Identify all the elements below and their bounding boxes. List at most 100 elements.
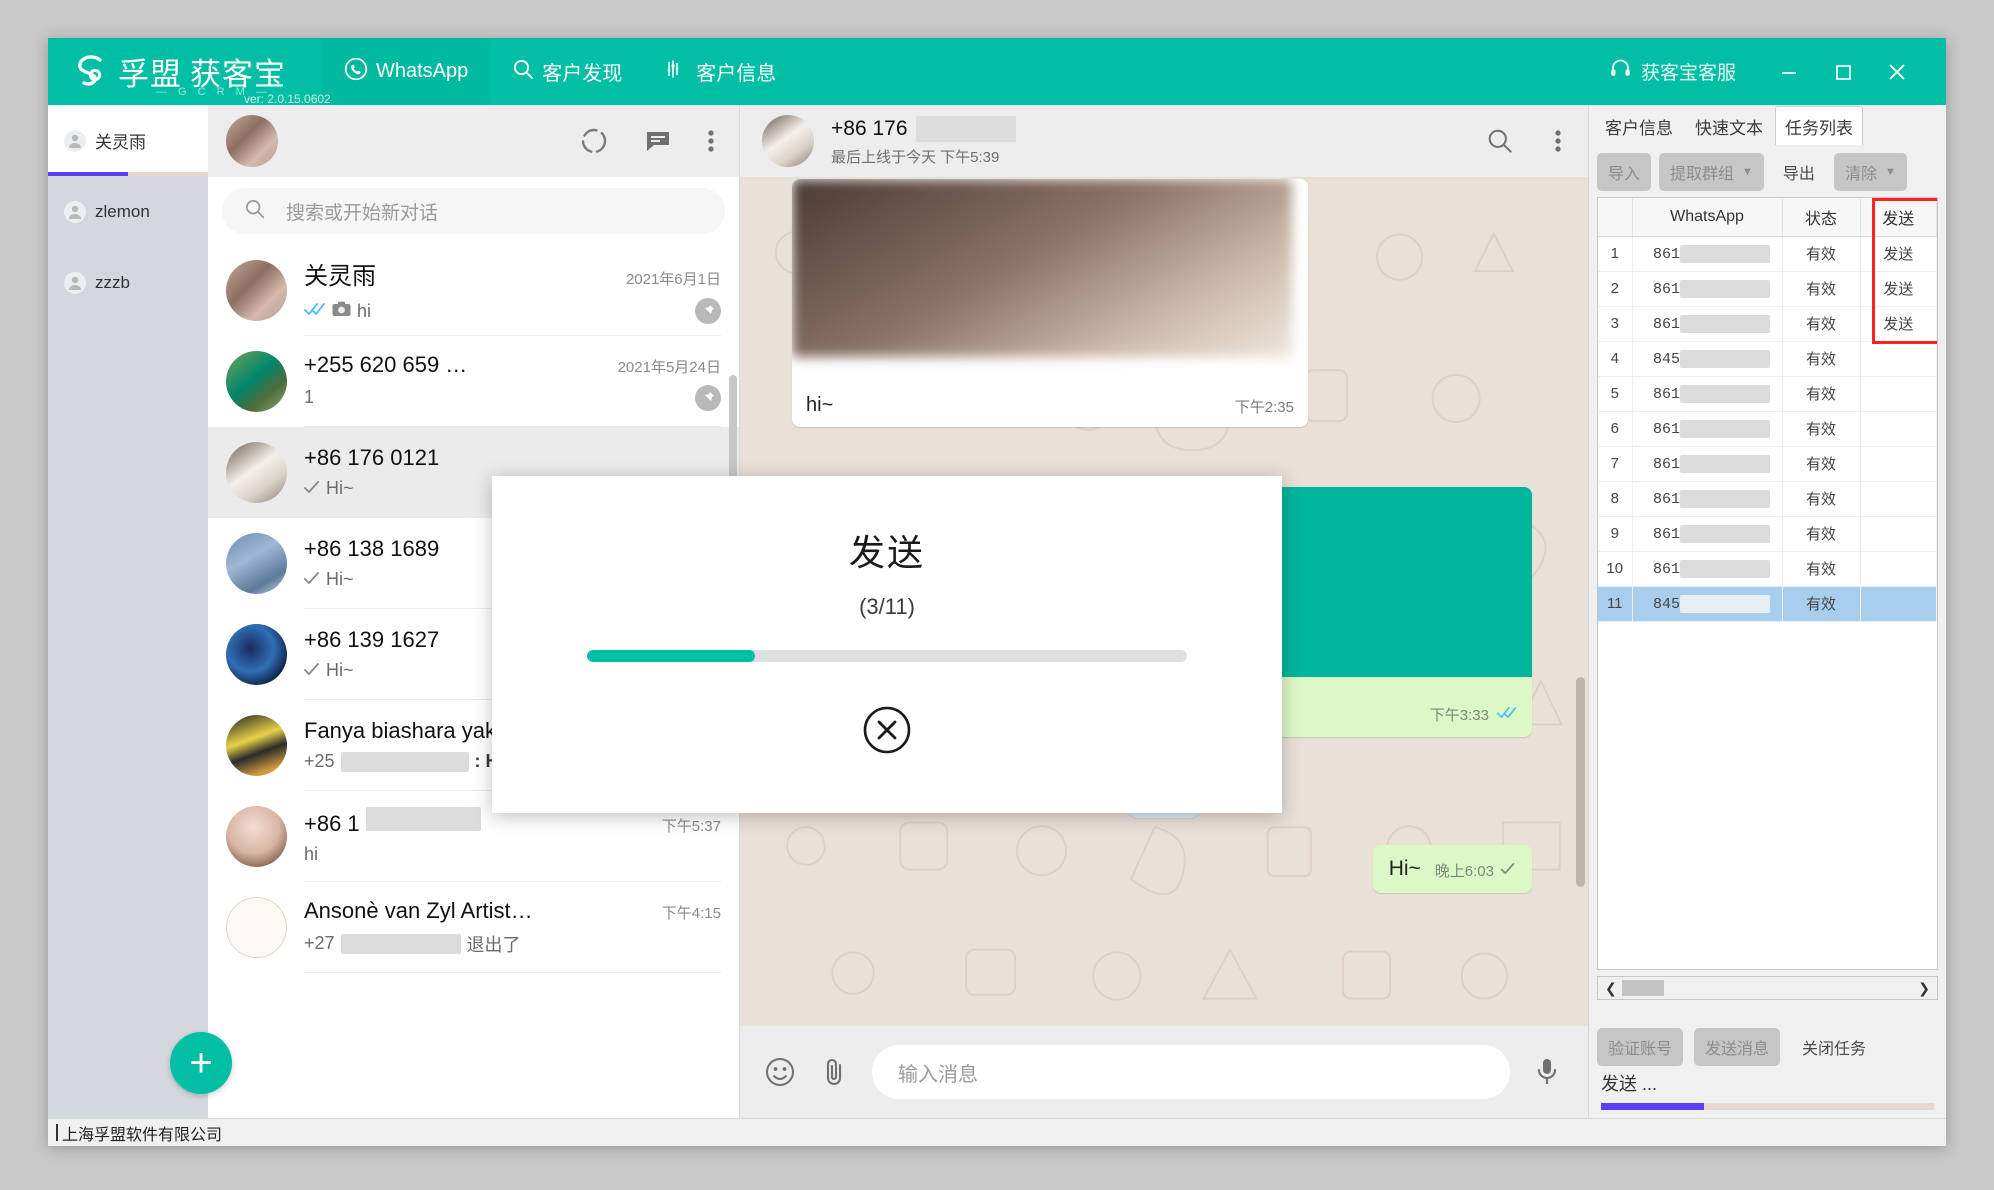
chat-list-item[interactable]: 关灵雨 2021年6月1日 hi: [208, 245, 739, 336]
conversation-search-icon[interactable]: [1486, 127, 1514, 155]
pin-icon: [695, 384, 721, 411]
emoji-icon[interactable]: [764, 1056, 796, 1088]
search-input[interactable]: 搜索或开始新对话: [222, 188, 725, 234]
conversation-menu-icon[interactable]: [1554, 126, 1562, 156]
row-send-action[interactable]: [1860, 446, 1937, 482]
row-send-action[interactable]: [1860, 586, 1937, 622]
rail-account-2[interactable]: zzzb: [48, 247, 208, 318]
chat-item-snippet: hi: [357, 300, 372, 321]
window-maximize-button[interactable]: [1816, 47, 1870, 97]
task-table-container[interactable]: WhatsApp 状态 发送 1 861 有效 发送 2 861 有效 发送 3…: [1597, 197, 1938, 970]
table-row[interactable]: 1 861 有效 发送: [1598, 236, 1937, 272]
chat-item-body: 关灵雨 2021年6月1日 hi: [304, 245, 721, 336]
avatar: [226, 897, 287, 958]
chat-item-snippet: 1: [304, 387, 315, 407]
table-row[interactable]: 5 861 有效: [1598, 376, 1937, 412]
task-panel: 客户信息 快速文本 任务列表 导入 提取群组 ▼ 导出 清除 ▼ WhatsAp…: [1588, 105, 1946, 1118]
extract-group-button[interactable]: 提取群组 ▼: [1659, 153, 1764, 191]
fumon-logo-icon: [74, 53, 108, 91]
single-check-icon: [304, 661, 320, 681]
row-send-action[interactable]: 发送: [1860, 271, 1937, 307]
table-row[interactable]: 3 861 有效 发送: [1598, 306, 1937, 342]
table-row[interactable]: 9 861 有效: [1598, 516, 1937, 552]
verify-account-button[interactable]: 验证账号: [1597, 1028, 1684, 1066]
tab-task-list[interactable]: 任务列表: [1775, 106, 1863, 145]
task-status-progress-fill: [1601, 1103, 1705, 1110]
message-input[interactable]: 输入消息: [872, 1045, 1510, 1099]
message-time: 下午3:33: [1429, 707, 1489, 724]
chat-item-snippet-suffix: 退出了: [466, 934, 521, 955]
table-row[interactable]: 4 845 有效: [1598, 341, 1937, 377]
chat-list-menu-icon[interactable]: [707, 126, 715, 156]
close-task-label: 关闭任务: [1802, 1041, 1867, 1058]
redacted-block: [340, 751, 469, 772]
row-whatsapp: 861: [1632, 446, 1783, 482]
close-task-button[interactable]: 关闭任务: [1791, 1028, 1877, 1066]
table-row[interactable]: 8 861 有效: [1598, 481, 1937, 517]
table-row-selected[interactable]: 11 845 有效: [1598, 586, 1937, 622]
chat-item-name: 关灵雨: [304, 263, 376, 290]
send-message-label: 发送消息: [1705, 1041, 1770, 1058]
add-account-button[interactable]: +: [170, 1032, 232, 1094]
row-send-action[interactable]: [1860, 551, 1937, 587]
clear-button[interactable]: 清除 ▼: [1833, 153, 1907, 191]
tab-customer-info[interactable]: 客户信息: [1595, 106, 1683, 145]
rail-account-1[interactable]: zlemon: [48, 176, 208, 247]
send-message-button[interactable]: 发送消息: [1694, 1028, 1781, 1066]
person-icon: [64, 200, 86, 223]
redacted-block: [365, 807, 481, 831]
attachment-icon[interactable]: [820, 1057, 848, 1087]
row-send-action[interactable]: [1860, 481, 1937, 517]
table-row[interactable]: 2 861 有效 发送: [1598, 271, 1937, 307]
row-send-action[interactable]: 发送: [1860, 306, 1937, 342]
person-icon: [64, 129, 86, 152]
new-chat-icon[interactable]: [643, 126, 673, 156]
scroll-right-arrow-icon[interactable]: ❯: [1914, 980, 1934, 997]
row-whatsapp: 861: [1632, 551, 1783, 587]
table-row[interactable]: 6 861 有效: [1598, 411, 1937, 447]
tab-customer-info[interactable]: 客户信息: [644, 38, 798, 105]
message-bubble-outgoing-text[interactable]: Hi~ 晚上6:03: [1372, 845, 1532, 893]
window-minimize-button[interactable]: [1762, 47, 1816, 97]
my-avatar[interactable]: [226, 115, 278, 167]
avatar[interactable]: [762, 115, 814, 167]
cancel-circle-icon[interactable]: [859, 702, 915, 763]
row-index: 10: [1598, 551, 1633, 587]
row-send-action[interactable]: 发送: [1860, 236, 1937, 272]
tab-customer-info-label: 客户信息: [696, 63, 777, 85]
row-send-action[interactable]: [1860, 516, 1937, 552]
row-whatsapp: 845: [1632, 586, 1783, 622]
import-button[interactable]: 导入: [1597, 153, 1652, 191]
task-table-horizontal-scrollbar[interactable]: ❮ ❯: [1597, 976, 1938, 1000]
tab-whatsapp[interactable]: WhatsApp: [322, 38, 491, 105]
table-row[interactable]: 10 861 有效: [1598, 551, 1937, 587]
row-whatsapp: 861: [1632, 376, 1783, 412]
chat-item-line1: 关灵雨 2021年6月1日: [304, 256, 721, 291]
message-bubble-incoming-image[interactable]: hi~ 下午2:35: [792, 179, 1308, 427]
row-send-action[interactable]: [1860, 341, 1937, 377]
row-whatsapp: 861: [1632, 271, 1783, 307]
window-close-button[interactable]: [1870, 47, 1924, 97]
microphone-icon[interactable]: [1534, 1056, 1560, 1088]
row-status: 有效: [1782, 516, 1861, 552]
message-area-scrollbar[interactable]: [1576, 677, 1585, 887]
scrollbar-thumb[interactable]: [1622, 980, 1664, 996]
contact-info-icon: [666, 58, 688, 86]
export-button[interactable]: 导出: [1772, 153, 1826, 191]
message-caption: hi~: [806, 394, 834, 416]
status-circle-icon[interactable]: [579, 126, 609, 156]
support-link[interactable]: 获客宝客服: [1609, 57, 1736, 86]
row-send-action[interactable]: [1860, 411, 1937, 447]
chat-item-name: +86 138 1689: [304, 536, 440, 561]
chat-list-item[interactable]: +255 620 659 … 2021年5月24日 1: [208, 336, 739, 427]
tab-customer-discovery[interactable]: 客户发现: [490, 38, 644, 105]
chat-list-item[interactable]: Ansonè van Zyl Artist… 下午4:15 +27 退出了: [208, 882, 739, 973]
tab-quick-text[interactable]: 快速文本: [1685, 106, 1773, 145]
row-whatsapp: 861: [1632, 516, 1783, 552]
avatar: [226, 624, 287, 685]
table-row[interactable]: 7 861 有效: [1598, 446, 1937, 482]
row-send-action[interactable]: [1860, 376, 1937, 412]
double-check-icon: [304, 301, 326, 321]
rail-account-0[interactable]: 关灵雨: [48, 105, 208, 176]
scroll-left-arrow-icon[interactable]: ❮: [1601, 980, 1621, 997]
